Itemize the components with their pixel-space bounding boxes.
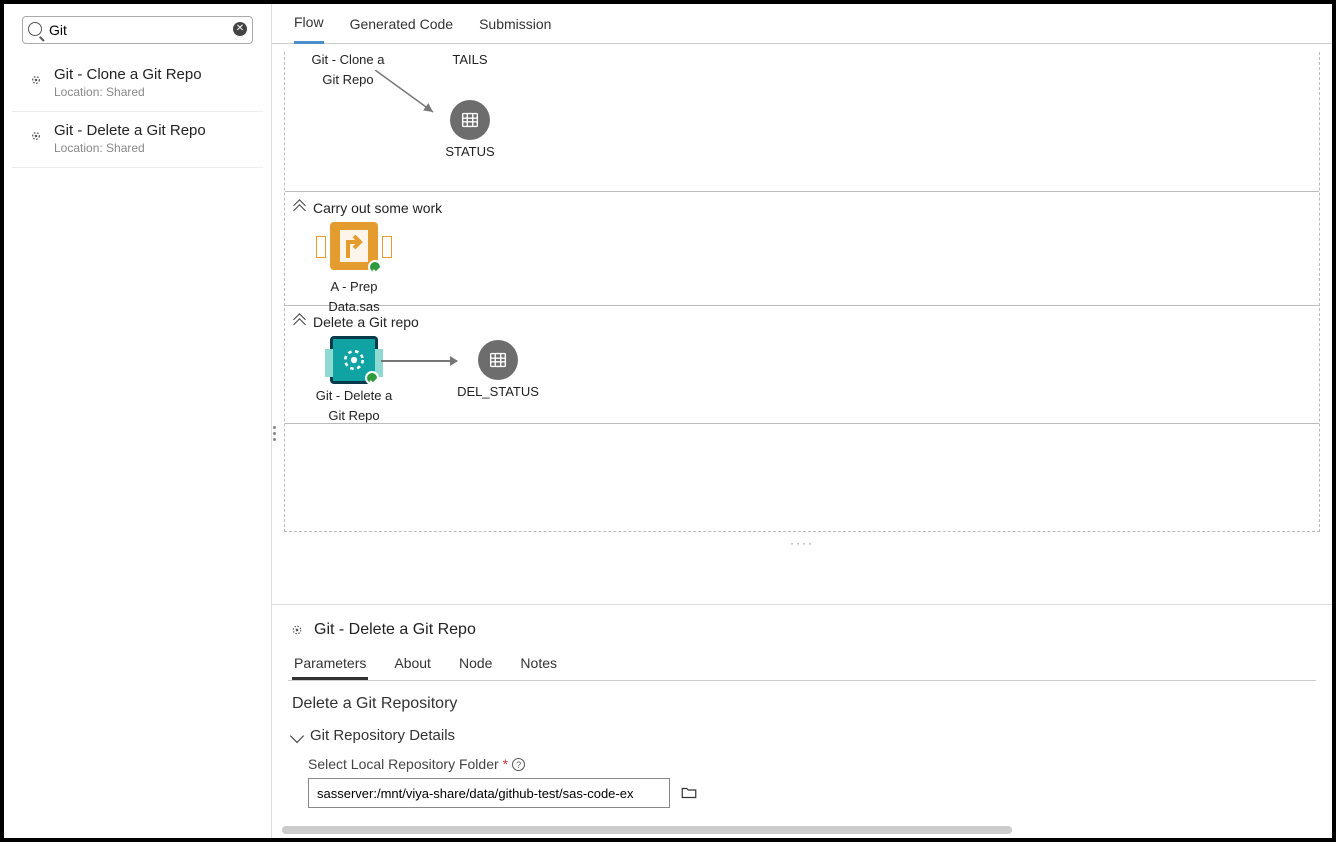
properties-body: Delete a Git Repository Git Repository D… <box>288 681 1316 822</box>
custom-step-node-icon <box>330 336 378 384</box>
flow-node-git-delete[interactable]: Git - Delete a Git Repo <box>309 336 399 423</box>
custom-step-icon <box>26 126 44 144</box>
custom-step-icon <box>288 621 306 639</box>
properties-panel: Git - Delete a Git Repo Parameters About… <box>272 604 1332 838</box>
collapse-icon <box>295 317 305 327</box>
sidebar-item-sub: Location: Shared <box>54 85 202 99</box>
ptab-node[interactable]: Node <box>457 649 494 680</box>
help-icon[interactable]: ? <box>512 758 525 771</box>
browse-folder-button[interactable] <box>678 782 700 804</box>
section-header[interactable]: Carry out some work <box>295 198 1309 222</box>
success-badge-icon <box>368 260 382 274</box>
top-tabs: Flow Generated Code Submission <box>272 4 1332 44</box>
tab-generated-code[interactable]: Generated Code <box>350 4 454 44</box>
group-toggle[interactable]: Git Repository Details <box>292 727 1312 744</box>
flow-node-tails-label: TAILS <box>425 48 515 68</box>
sidebar-item-title: Git - Delete a Git Repo <box>54 122 206 139</box>
ptab-notes[interactable]: Notes <box>518 649 559 680</box>
main: Flow Generated Code Submission Git - Clo… <box>272 4 1332 838</box>
ptab-parameters[interactable]: Parameters <box>292 649 368 680</box>
flow-node-del-status[interactable]: DEL_STATUS <box>453 340 543 400</box>
search-icon <box>28 22 42 36</box>
input-port[interactable] <box>325 349 333 377</box>
ptab-about[interactable]: About <box>392 649 433 680</box>
table-icon <box>450 100 490 140</box>
properties-tabs: Parameters About Node Notes <box>288 649 1316 681</box>
flow-node-status[interactable]: STATUS <box>425 100 515 160</box>
sidebar-item-clone[interactable]: Git - Clone a Git Repo Location: Shared <box>12 56 263 112</box>
clear-search-icon[interactable]: ✕ <box>233 22 247 36</box>
sidebar-item-delete[interactable]: Git - Delete a Git Repo Location: Shared <box>12 112 263 168</box>
vertical-splitter[interactable]: ···· <box>284 532 1320 554</box>
required-indicator: * <box>503 756 508 772</box>
properties-title: Git - Delete a Git Repo <box>288 615 1316 649</box>
properties-heading: Delete a Git Repository <box>292 695 1312 713</box>
repo-folder-input[interactable] <box>308 778 670 808</box>
flow-section-delete: Delete a Git repo Git - Delete a Git Re <box>285 306 1319 424</box>
collapse-icon <box>295 203 305 213</box>
search-box: ✕ <box>22 16 253 44</box>
sidebar-item-sub: Location: Shared <box>54 141 206 155</box>
sidebar: ✕ Git - Clone a Git Repo Location: Share… <box>4 4 272 838</box>
flow-node-prep-data[interactable]: A - Prep Data.sas <box>309 222 399 314</box>
field-label: Select Local Repository Folder * ? <box>308 756 1312 772</box>
flow-section-partial: Git - Clone a Git Repo TAILS <box>285 52 1319 192</box>
folder-icon <box>680 784 698 802</box>
table-icon <box>478 340 518 380</box>
chevron-down-icon <box>290 728 304 742</box>
flow-canvas[interactable]: Git - Clone a Git Repo TAILS <box>272 44 1332 604</box>
horizontal-scrollbar[interactable] <box>282 826 1012 834</box>
sidebar-item-title: Git - Clone a Git Repo <box>54 66 202 83</box>
sas-program-icon <box>330 222 378 270</box>
connector-arrow <box>381 360 457 362</box>
success-badge-icon <box>365 371 379 385</box>
section-header[interactable]: Delete a Git repo <box>295 312 1309 336</box>
custom-step-icon <box>26 70 44 88</box>
tab-flow[interactable]: Flow <box>294 4 324 44</box>
flow-section-work: Carry out some work A - Prep Data. <box>285 192 1319 306</box>
search-input[interactable] <box>22 16 253 44</box>
tab-submission[interactable]: Submission <box>479 4 551 44</box>
